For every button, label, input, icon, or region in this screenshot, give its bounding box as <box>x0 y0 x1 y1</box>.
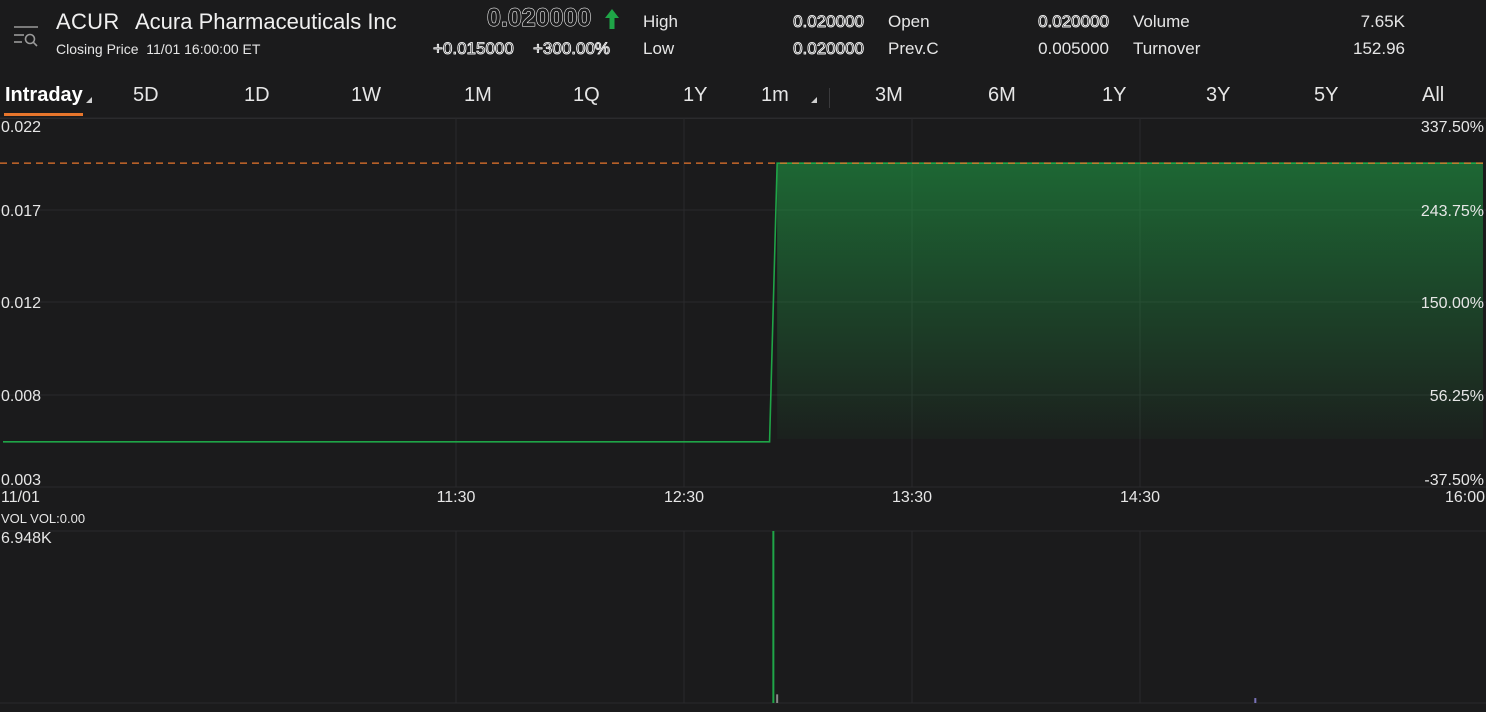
price-chart[interactable]: 0.022 0.017 0.012 0.008 0.003 337.50% 243.75% 1… <box>0 0 1486 712</box>
volume-panel-label: VOL VOL:0.00 <box>1 511 86 526</box>
x-tick-label: 11:30 <box>437 489 476 506</box>
y-tick-label-left: 0.012 <box>1 295 41 312</box>
price-area-fill <box>777 163 1483 439</box>
y-tick-label-right: 56.25% <box>1430 388 1484 405</box>
x-tick-label: 12:30 <box>664 489 704 506</box>
y-tick-label-right: 243.75% <box>1421 203 1484 220</box>
volume-bar <box>772 531 775 703</box>
y-tick-label-right: -37.50% <box>1424 472 1484 489</box>
volume-bars-layer <box>772 531 1257 703</box>
x-tick-label: 13:30 <box>892 489 932 506</box>
y-tick-label-left: 0.022 <box>1 119 41 136</box>
volume-bar <box>776 694 779 703</box>
y-tick-label-right: 337.50% <box>1421 119 1484 136</box>
y-tick-label-left: 0.003 <box>1 472 41 489</box>
x-tick-label: 11/01 <box>1 489 40 506</box>
volume-max-label: 6.948K <box>1 530 52 547</box>
y-tick-label-left: 0.017 <box>1 203 41 220</box>
volume-bar <box>1254 698 1257 703</box>
x-tick-label: 14:30 <box>1120 489 1160 506</box>
y-tick-label-right: 150.00% <box>1421 295 1484 312</box>
y-tick-label-left: 0.008 <box>1 388 41 405</box>
x-tick-label: 16:00 <box>1445 489 1485 506</box>
